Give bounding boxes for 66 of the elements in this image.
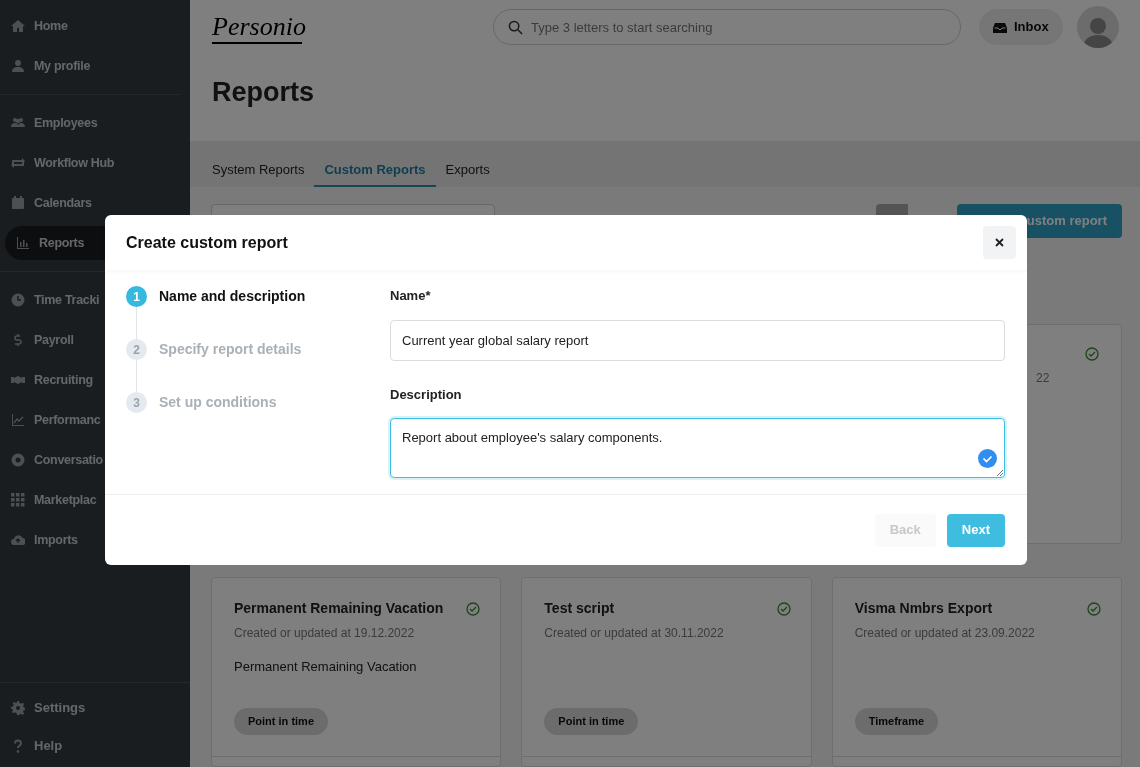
calendar-icon — [11, 196, 25, 210]
sidebar-item[interactable]: Calendars — [0, 186, 190, 220]
person-icon — [11, 59, 25, 73]
check-circle-icon — [978, 449, 997, 468]
sidebar-item[interactable]: Settings — [0, 691, 190, 725]
tab[interactable]: Exports — [435, 155, 500, 187]
avatar[interactable] — [1076, 6, 1119, 48]
cloud-upload-icon — [11, 533, 25, 547]
field-label: Name* — [390, 287, 432, 305]
card-description: Permanent Remaining Vacation — [234, 659, 417, 674]
card-date: 22 — [1036, 370, 1050, 387]
target-icon — [11, 453, 25, 467]
sidebar-item[interactable]: Imports — [0, 523, 190, 557]
sidebar-item[interactable]: Employees — [0, 106, 190, 140]
step-number: 1 — [126, 286, 147, 307]
clock-icon — [11, 293, 25, 307]
card-date: Created or updated at 19.12.2022 — [234, 625, 416, 642]
help-icon — [11, 739, 25, 753]
tab[interactable]: System Reports — [202, 155, 315, 187]
line-chart-icon — [11, 413, 25, 427]
report-card[interactable]: Test script Created or updated at 30.11.2022 Point in time — [521, 577, 812, 767]
step-number: 3 — [126, 392, 147, 413]
tag: Point in time — [234, 708, 328, 735]
handshake-icon — [11, 373, 25, 387]
search-icon — [508, 20, 523, 35]
sidebar-item[interactable]: My profile — [0, 49, 190, 83]
description-field[interactable]: Report about employee's salary components. — [390, 418, 1005, 478]
card-title: Visma Nmbrs Export — [854, 599, 994, 618]
sidebar-item[interactable]: Conversatio — [0, 443, 190, 477]
report-card[interactable]: Visma Nmbrs Export Created or updated at 23.09.2022 Timeframe — [831, 577, 1122, 767]
next-button[interactable]: Next — [946, 513, 1005, 547]
step-number: 2 — [126, 339, 147, 360]
check-circle-icon — [776, 601, 791, 616]
close-icon — [995, 238, 1004, 247]
check-circle-icon — [466, 601, 481, 616]
card-title: Permanent Remaining Vacation — [234, 599, 445, 618]
check-circle-icon — [1085, 347, 1099, 361]
tag: Point in time — [544, 708, 639, 735]
home-icon — [11, 19, 25, 33]
check-circle-icon — [1087, 601, 1101, 616]
card-title: Test script — [544, 599, 616, 618]
tab[interactable]: Custom Reports — [314, 155, 436, 187]
close-button[interactable] — [983, 226, 1016, 259]
bar-chart-icon — [16, 236, 30, 250]
field-label: Description — [390, 385, 463, 404]
card-date: Created or updated at 30.11.2022 — [544, 625, 725, 642]
people-icon — [11, 116, 25, 130]
step-label: Specify report details — [159, 340, 302, 359]
arrows-icon — [11, 156, 25, 170]
report-card[interactable]: Permanent Remaining Vacation Created or updated at 19.12.2022 Permanent Remaining Vacation Point in time — [211, 577, 502, 767]
name-field[interactable]: Current year global salary report — [390, 319, 1005, 361]
grid-icon — [11, 493, 25, 507]
sidebar-item[interactable]: Marketplac — [0, 483, 190, 517]
dollar-icon — [11, 333, 25, 347]
tag: Timeframe — [854, 708, 939, 735]
page-title: Reports — [211, 76, 315, 109]
step-label: Name and description — [159, 287, 306, 306]
resize-handle-icon[interactable] — [997, 470, 1003, 476]
inbox-icon — [993, 21, 1007, 33]
card-date: Created or updated at 23.09.2022 — [854, 625, 1036, 642]
inbox-button[interactable]: Inbox — [979, 9, 1063, 45]
sidebar-item[interactable]: Help — [0, 729, 190, 763]
sidebar-item[interactable]: Home — [0, 9, 190, 43]
gear-icon — [11, 701, 25, 715]
sidebar-item[interactable]: Workflow Hub — [0, 146, 190, 180]
search-field[interactable]: Type 3 letters to start searching — [493, 9, 961, 45]
